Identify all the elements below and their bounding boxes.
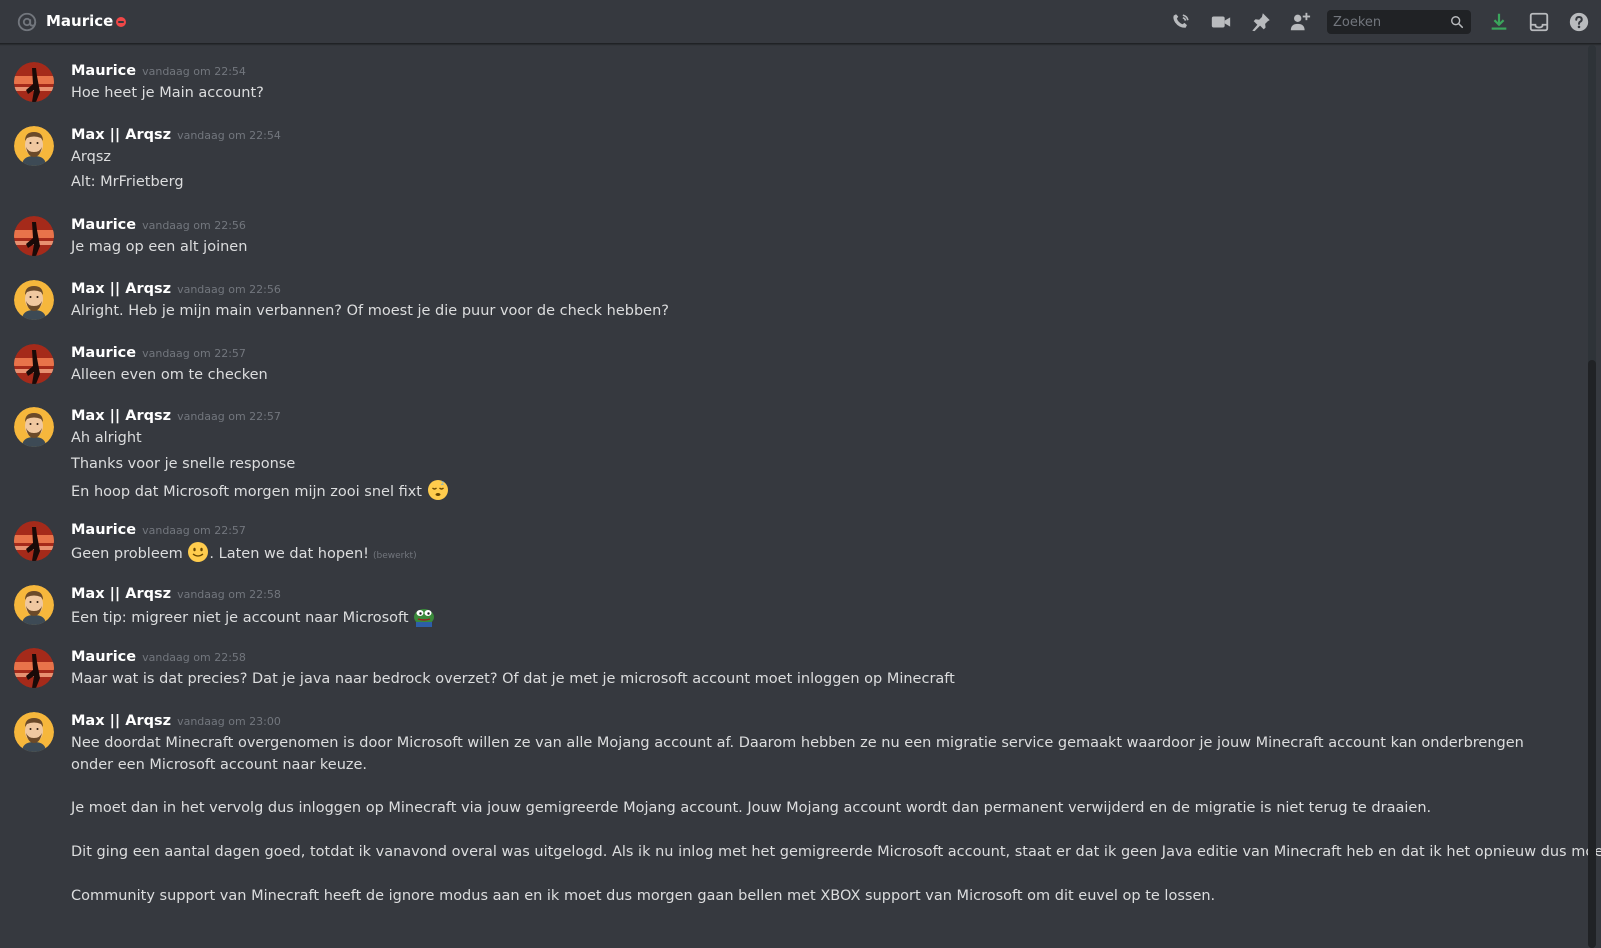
message-timestamp: vandaag om 22:54 (142, 65, 246, 78)
message-text: Community support van Minecraft heeft de… (71, 888, 1216, 904)
message-text: Hoe heet je Main account? (71, 85, 264, 101)
slight-smile-emoji-icon (188, 542, 209, 562)
avatar-max[interactable] (14, 407, 54, 447)
message-author[interactable]: Maurice vandaag om 22:56 (71, 215, 246, 236)
avatar-image (14, 126, 54, 166)
message-author[interactable]: Max || Arqsz vandaag om 22:56 (71, 279, 281, 300)
at-icon (17, 12, 37, 32)
dnd-status-icon (116, 17, 126, 27)
message-text: Dit ging een aantal dagen goed, totdat i… (71, 844, 1601, 860)
add-member-icon[interactable] (1289, 11, 1311, 33)
message-author[interactable]: Maurice vandaag om 22:58 (71, 647, 246, 668)
svg-text:z: z (441, 480, 444, 487)
avatar-image (14, 62, 54, 102)
pin-icon[interactable] (1250, 11, 1272, 33)
call-icon[interactable] (1170, 11, 1192, 33)
message-list: Maurice vandaag om 22:54 Hoe heet je Main… (0, 45, 1601, 948)
avatar-image (14, 407, 54, 447)
inbox-icon[interactable] (1528, 11, 1550, 33)
dm-window: Maurice Zoeken Maurice vandaag om 22:54 … (0, 0, 1601, 948)
message-timestamp: vandaag om 22:57 (142, 347, 246, 360)
message-timestamp: vandaag om 22:58 (177, 588, 281, 601)
avatar-max[interactable] (14, 126, 54, 166)
avatar-image (14, 280, 54, 320)
message-timestamp: vandaag om 22:58 (142, 651, 246, 664)
message-text: Een tip: migreer niet je account naar Mi… (71, 605, 435, 629)
message-text: En hoop dat Microsoft morgen mijn zooi s… (71, 479, 449, 503)
message-author[interactable]: Max || Arqsz vandaag om 22:54 (71, 125, 281, 146)
message-text: Je moet dan in het vervolg dus inloggen … (71, 800, 1432, 816)
avatar-image (14, 712, 54, 752)
message-text: Alright. Heb je mijn main verbannen? Of … (71, 303, 669, 319)
message-timestamp: vandaag om 23:00 (177, 715, 281, 728)
message-text: Nee doordat Minecraft overgenomen is doo… (71, 735, 1524, 773)
avatar-image (14, 216, 54, 256)
message-text: Arqsz (71, 149, 111, 165)
message-text: Geen probleem . Laten we dat hopen! (bewe… (71, 541, 417, 567)
message-timestamp: vandaag om 22:54 (177, 129, 281, 142)
message-author[interactable]: Maurice vandaag om 22:57 (71, 520, 246, 541)
message-text: Ah alright (71, 430, 142, 446)
message-author[interactable]: Max || Arqsz vandaag om 22:58 (71, 584, 281, 605)
message-timestamp: vandaag om 22:56 (142, 219, 246, 232)
download-icon[interactable] (1488, 11, 1510, 33)
channel-header: Maurice (0, 0, 1601, 44)
message-text: Alleen even om te checken (71, 367, 268, 383)
avatar-image (14, 344, 54, 384)
avatar-max[interactable] (14, 712, 54, 752)
message-timestamp: vandaag om 22:57 (177, 410, 281, 423)
channel-title: Maurice (46, 12, 114, 30)
avatar-maurice[interactable] (14, 648, 54, 688)
message-timestamp: vandaag om 22:56 (177, 283, 281, 296)
message-author[interactable]: Maurice vandaag om 22:54 (71, 61, 246, 82)
avatar-image (14, 585, 54, 625)
avatar-maurice[interactable] (14, 344, 54, 384)
message-author[interactable]: Maurice vandaag om 22:57 (71, 343, 246, 364)
message-text: Maar wat is dat precies? Dat je java naa… (71, 671, 955, 687)
message-author[interactable]: Max || Arqsz vandaag om 23:00 (71, 711, 281, 732)
pepe-frog-emoji-icon (414, 609, 435, 627)
message-text: Thanks voor je snelle response (71, 456, 296, 472)
search-input[interactable] (1333, 14, 1443, 30)
avatar-maurice[interactable] (14, 521, 54, 561)
avatar-maurice[interactable] (14, 216, 54, 256)
edited-label: (bewerkt) (372, 551, 417, 561)
search-box[interactable] (1327, 10, 1471, 34)
avatar-image (14, 521, 54, 561)
avatar-maurice[interactable] (14, 62, 54, 102)
message-text: Alt: MrFrietberg (71, 174, 184, 190)
help-icon[interactable] (1568, 11, 1590, 33)
message-text: Je mag op een alt joinen (71, 239, 248, 255)
avatar-max[interactable] (14, 280, 54, 320)
message-author[interactable]: Max || Arqsz vandaag om 22:57 (71, 406, 281, 427)
video-icon[interactable] (1210, 11, 1232, 33)
search-icon[interactable] (1450, 15, 1464, 29)
scrollbar-thumb[interactable] (1588, 360, 1596, 948)
avatar-max[interactable] (14, 585, 54, 625)
sleepy-emoji-icon: z (427, 480, 448, 500)
avatar-image (14, 648, 54, 688)
message-timestamp: vandaag om 22:57 (142, 524, 246, 537)
